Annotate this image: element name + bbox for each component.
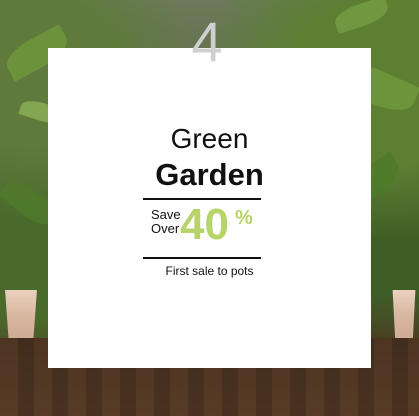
save-text-block: Save Over — [151, 208, 181, 236]
save-line-2: Over — [151, 221, 180, 236]
title-line-2: Garden — [155, 157, 264, 192]
title-line-1: Green — [170, 123, 249, 154]
discount-percent-sign: % — [235, 207, 253, 229]
divider-bottom — [143, 257, 261, 259]
promo-number: 4 — [191, 10, 223, 73]
save-line-1: Save — [151, 207, 181, 222]
promo-card: 4 Green Garden Save Over 40 % First sale… — [48, 14, 371, 368]
discount-value: 40 — [180, 200, 229, 249]
promo-subtext: First sale to pots — [165, 264, 254, 278]
